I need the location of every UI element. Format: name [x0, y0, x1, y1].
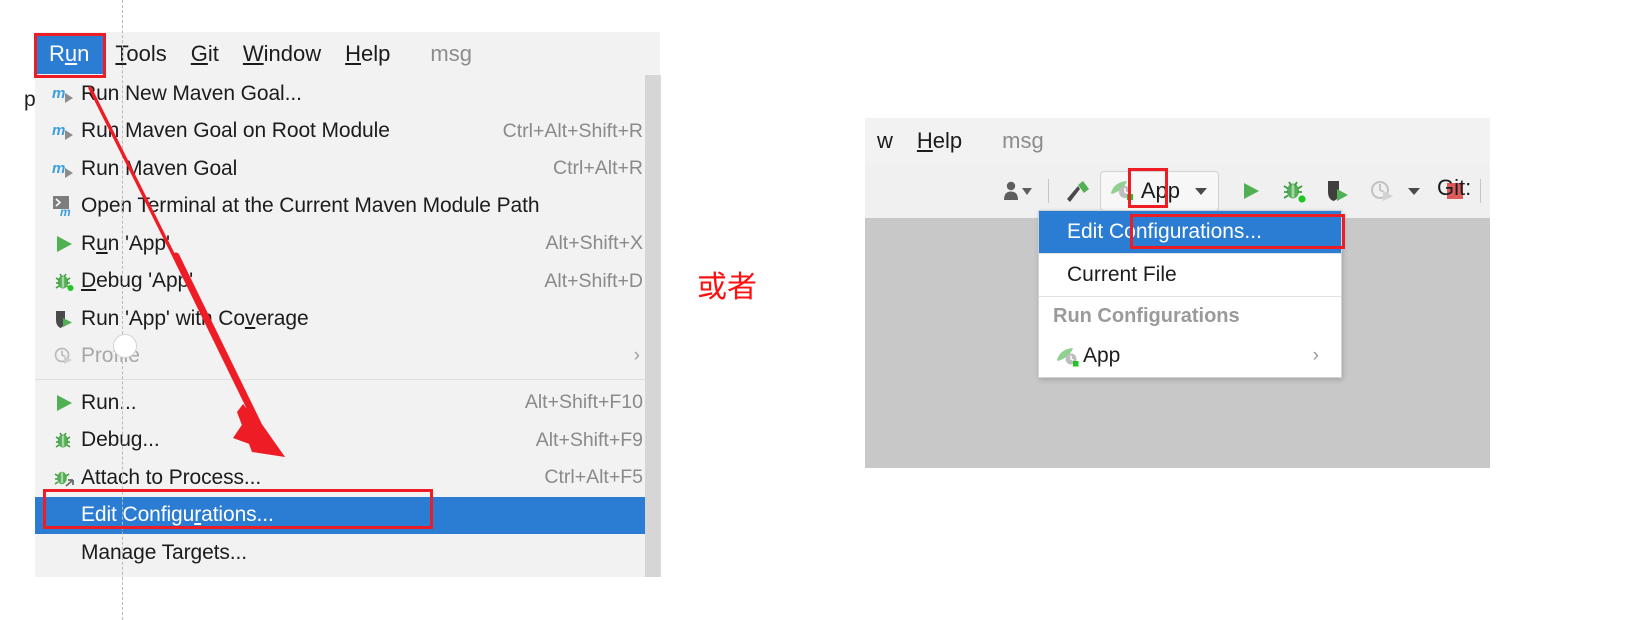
profile-dropdown-arrow[interactable] [1401, 171, 1427, 211]
menu-item-shortcut: Ctrl+Alt+R [553, 157, 643, 180]
debug-bug-icon [47, 270, 81, 292]
menu-item-shortcut: Alt+Shift+F9 [535, 428, 643, 451]
menu-item-run-new-maven-goal[interactable]: m Run New Maven Goal... [35, 75, 660, 113]
debug-bug-icon [47, 429, 81, 451]
left-edge-partial-glyph: p [24, 88, 36, 111]
menu-item-run-app[interactable]: Run 'App' Alt+Shift+X [35, 225, 660, 263]
menu-item-label: Debug 'App' [81, 269, 194, 293]
run-menubar-highlight-box [34, 33, 106, 78]
menubar-item-help[interactable]: Help [333, 36, 402, 72]
menu-item-label: Attach to Process... [81, 465, 262, 489]
debug-button[interactable] [1277, 171, 1311, 211]
menubar-item-tools[interactable]: Tools [103, 36, 178, 72]
attach-process-icon [47, 467, 81, 489]
menu-item-shortcut: Alt+Shift+F10 [524, 391, 643, 414]
menu-item-run-dialog[interactable]: Run... Alt+Shift+F10 [35, 384, 660, 422]
menu-item-open-terminal-maven-module-path[interactable]: m Open Terminal at the Current Maven Mod… [35, 188, 660, 226]
mouse-cursor-artifact [113, 334, 137, 358]
coverage-shield-icon [47, 308, 81, 330]
menu-item-shortcut: Ctrl+Alt+F5 [544, 466, 643, 489]
dropdown-item-label: App [1083, 344, 1121, 367]
menubar-extra-label: msg [430, 40, 472, 66]
run-play-icon [47, 233, 81, 255]
maven-run-icon: m [47, 158, 81, 180]
menu-item-label: Manage Targets... [81, 540, 248, 564]
run-config-dropdown-arrow[interactable] [1186, 174, 1216, 208]
menu-item-debug-dialog[interactable]: Debug... Alt+Shift+F9 [35, 422, 660, 460]
menu-item-shortcut: Alt+Shift+X [545, 232, 643, 255]
menu-item-shortcut: Alt+Shift+D [544, 269, 643, 292]
menu-item-label: Open Terminal at the Current Maven Modul… [81, 194, 540, 218]
run-config-dropdown-highlight-box [1128, 168, 1168, 208]
dropdown-item-app[interactable]: App › [1039, 335, 1341, 377]
run-play-icon [47, 392, 81, 414]
maven-run-icon: m [47, 83, 81, 105]
chevron-right-icon: › [633, 345, 640, 367]
right-window-gutter [830, 164, 865, 468]
chevron-right-icon: › [1312, 345, 1319, 366]
dropdown-section-header-run-configurations: Run Configurations [1039, 297, 1341, 335]
menubar: Run Tools Git Window Help msg [35, 32, 660, 76]
toolbar-separator [1480, 179, 1481, 203]
menu-item-label: Run Maven Goal on Root Module [81, 119, 390, 143]
edit-configurations-highlight-box [43, 489, 433, 529]
svg-text:m: m [60, 205, 71, 217]
toolbar-separator [1047, 179, 1049, 203]
menu-item-run-maven-goal-root-module[interactable]: m Run Maven Goal on Root Module Ctrl+Alt… [35, 113, 660, 151]
run-play-button[interactable] [1235, 171, 1267, 211]
right-menubar: w Help msg [865, 118, 1490, 165]
svg-text:m: m [52, 160, 65, 177]
maven-run-icon: m [47, 120, 81, 142]
user-account-button[interactable] [997, 171, 1039, 211]
dropdown-header-label: Run Configurations [1053, 304, 1240, 327]
menubar-item-git[interactable]: Git [179, 36, 231, 72]
menu-item-label: Run New Maven Goal... [81, 81, 302, 105]
menu-item-run-maven-goal[interactable]: m Run Maven Goal Ctrl+Alt+R [35, 150, 660, 188]
svg-text:m: m [52, 85, 65, 102]
menu-item-label: Run 'App' [81, 231, 170, 255]
maven-terminal-icon: m [47, 195, 81, 217]
profile-button[interactable] [1365, 171, 1399, 211]
menu-scrollbar[interactable] [645, 75, 660, 577]
menubar-item-window[interactable]: Window [231, 36, 333, 72]
menu-item-manage-targets[interactable]: Manage Targets... [35, 534, 660, 572]
dropdown-item-current-file[interactable]: Current File [1039, 254, 1341, 296]
dropdown-item-label: Current File [1067, 263, 1177, 286]
git-toolbar-label[interactable]: Git: [1437, 175, 1471, 201]
menu-item-shortcut: Ctrl+Alt+Shift+R [502, 119, 643, 142]
coverage-button[interactable] [1321, 171, 1355, 211]
menu-item-run-app-with-coverage[interactable]: Run 'App' with Coverage [35, 300, 660, 338]
annotation-or-text: 或者 [697, 270, 757, 305]
menu-item-debug-app[interactable]: Debug 'App' Alt+Shift+D [35, 263, 660, 301]
ide-run-menu-window: Run Tools Git Window Help msg m Run New … [35, 32, 661, 577]
menu-item-label: Run 'App' with Coverage [81, 306, 309, 330]
build-hammer-icon[interactable] [1058, 171, 1096, 211]
menubar-extra-label: msg [1002, 128, 1044, 153]
profile-icon [47, 345, 81, 367]
menu-item-label: Run... [81, 390, 137, 414]
spring-boot-icon [1053, 345, 1083, 367]
menu-item-label: Debug... [81, 428, 160, 452]
dropdown-edit-configurations-highlight-box [1130, 214, 1345, 249]
menubar-item-help[interactable]: Help [905, 123, 974, 159]
svg-text:m: m [52, 122, 65, 139]
menu-item-label: Run Maven Goal [81, 156, 238, 180]
menu-separator [35, 379, 660, 380]
menubar-item-window-partial[interactable]: w [865, 123, 905, 159]
menu-scroll-strip-top [645, 32, 660, 75]
